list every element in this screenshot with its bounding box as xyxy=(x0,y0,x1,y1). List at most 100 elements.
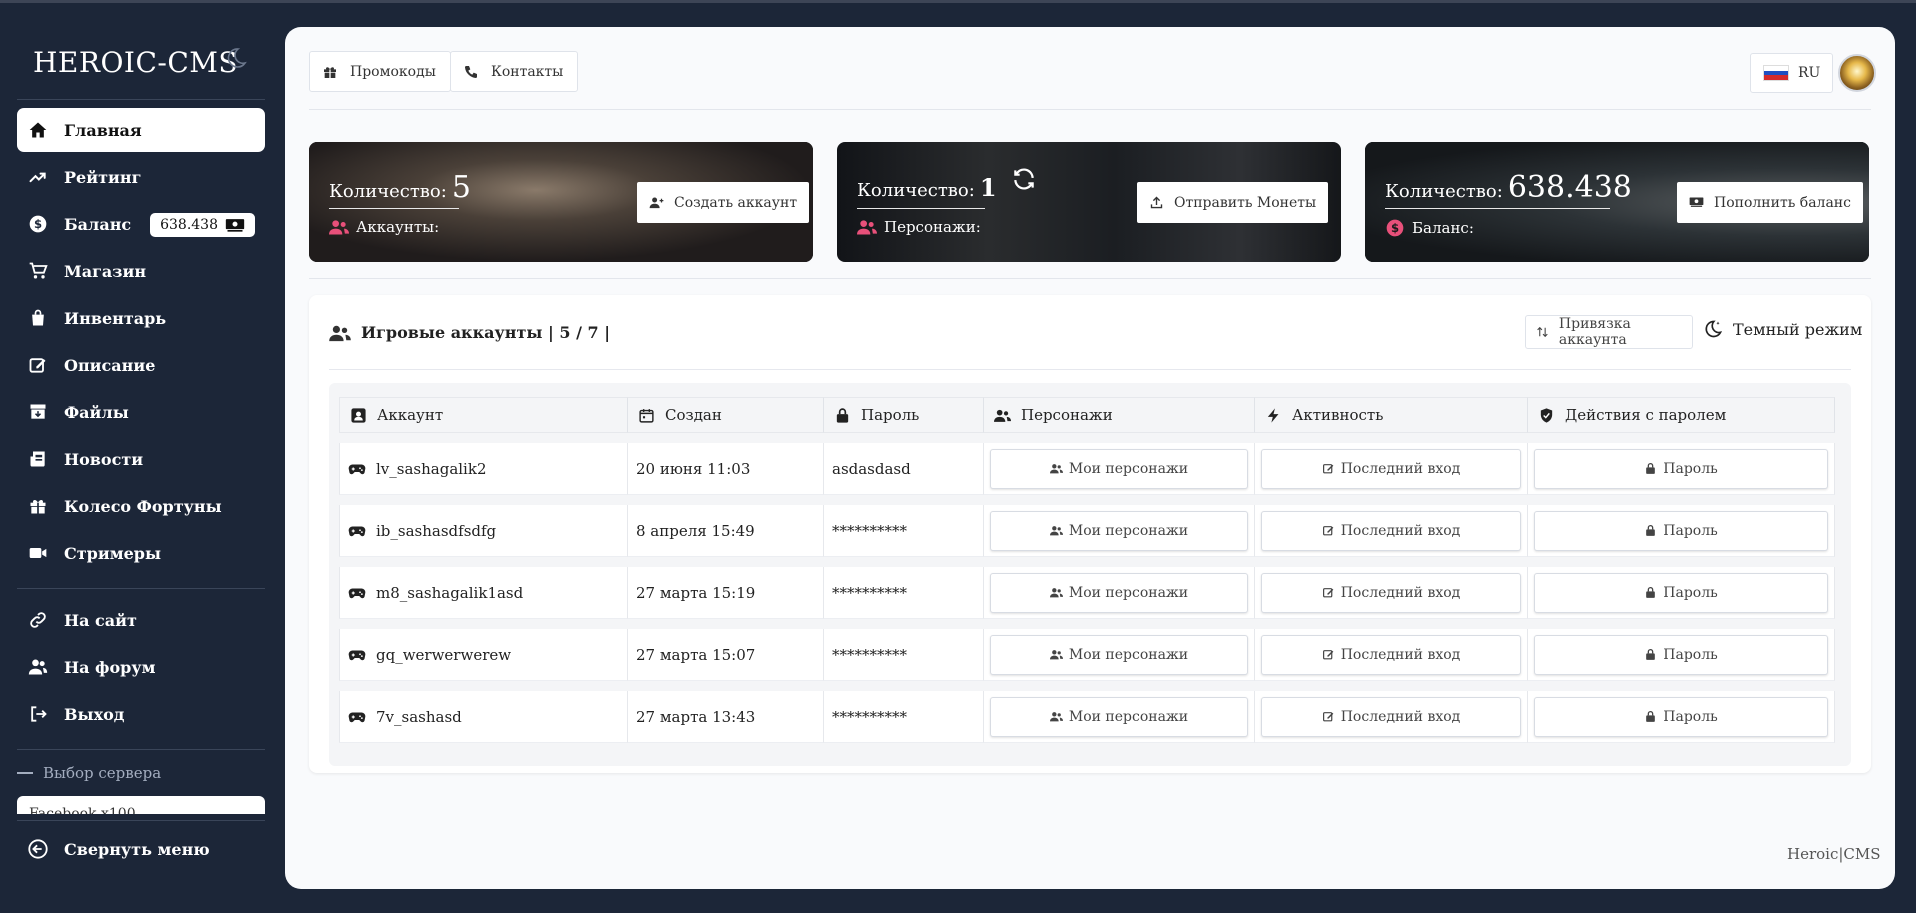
password-value: ********** xyxy=(832,645,907,664)
accounts-quantity: Количество: 5 xyxy=(329,170,471,205)
last-login-button[interactable]: Последний вход xyxy=(1261,510,1521,551)
users-icon xyxy=(27,656,49,678)
create-account-button[interactable]: Создать аккаунт xyxy=(637,182,810,223)
sidebar-divider xyxy=(17,820,265,821)
refresh-icon[interactable] xyxy=(1011,166,1037,192)
password-button[interactable]: Пароль xyxy=(1534,448,1828,489)
collapse-menu-button[interactable]: Свернуть меню xyxy=(27,838,210,860)
password-button-label: Пароль xyxy=(1663,522,1718,539)
account-cell: lv_sashagalik2 xyxy=(339,443,628,495)
brand-logo[interactable]: HEROIC-CMS xyxy=(33,46,238,79)
password-cell: asdasdasd xyxy=(824,443,984,495)
send-coins-button[interactable]: Отправить Монеты xyxy=(1137,182,1329,223)
my-characters-button[interactable]: Мои персонажи xyxy=(990,448,1248,489)
password-button[interactable]: Пароль xyxy=(1534,634,1828,675)
contacts-button[interactable]: Контакты xyxy=(450,51,579,92)
column-activity: Активность xyxy=(1255,397,1528,433)
users-icon xyxy=(1049,464,1063,474)
password-value: ********** xyxy=(832,521,907,540)
sidebar-item-inventory[interactable]: Инвентарь xyxy=(17,296,265,340)
users-icon xyxy=(1049,712,1063,722)
sidebar-item-shop[interactable]: Магазин xyxy=(17,249,265,293)
lock-icon xyxy=(1646,710,1656,722)
created-cell: 27 марта 15:19 xyxy=(628,567,824,619)
dollar-coin-icon: $ xyxy=(27,213,49,235)
created-cell: 27 марта 13:43 xyxy=(628,691,824,743)
archive-icon xyxy=(27,401,49,423)
accounts-sublabel: Аккаунты: xyxy=(329,218,439,236)
password-cell: ********** xyxy=(824,691,984,743)
language-selector[interactable]: RU xyxy=(1750,53,1833,93)
sidebar-item-home[interactable]: Главная xyxy=(17,108,265,152)
my-characters-label: Мои персонажи xyxy=(1068,460,1189,477)
column-characters: Персонажи xyxy=(984,397,1255,433)
password-button-label: Пароль xyxy=(1663,460,1718,477)
last-login-label: Последний вход xyxy=(1340,522,1461,539)
top-up-balance-button[interactable]: Пополнить баланс xyxy=(1677,182,1863,223)
my-characters-label: Мои персонажи xyxy=(1068,522,1189,539)
calendar-icon xyxy=(639,408,654,423)
characters-quantity: Количество: 1 xyxy=(857,168,1037,202)
bind-account-button[interactable]: Привязка аккаунта xyxy=(1525,315,1693,349)
my-characters-button[interactable]: Мои персонажи xyxy=(990,696,1248,737)
characters-cell: Мои персонажи xyxy=(984,691,1255,743)
contacts-label: Контакты xyxy=(491,63,564,80)
sublabel-text: Баланс: xyxy=(1412,219,1474,237)
last-login-button[interactable]: Последний вход xyxy=(1261,696,1521,737)
stats-divider xyxy=(309,278,1871,279)
cart-icon xyxy=(27,260,49,282)
password-value: ********** xyxy=(832,583,907,602)
password-button[interactable]: Пароль xyxy=(1534,510,1828,551)
password-button[interactable]: Пароль xyxy=(1534,696,1828,737)
last-login-button[interactable]: Последний вход xyxy=(1261,634,1521,675)
last-login-button[interactable]: Последний вход xyxy=(1261,448,1521,489)
account-login: 7v_sashasd xyxy=(376,707,462,726)
accounts-stat-card: Количество: 5 Аккаунты: Создать аккаунт xyxy=(309,142,813,262)
created-cell: 8 апреля 15:49 xyxy=(628,505,824,557)
underline xyxy=(1385,208,1610,209)
moon-icon[interactable] xyxy=(224,46,250,72)
quantity-value: 638.438 xyxy=(1507,170,1632,205)
sidebar-item-balance[interactable]: $ Баланс 638.438 xyxy=(17,202,265,246)
lock-icon xyxy=(1646,648,1656,660)
logout-icon xyxy=(27,703,49,725)
account-login: m8_sashagalik1asd xyxy=(376,583,524,602)
password-button[interactable]: Пароль xyxy=(1534,572,1828,613)
my-characters-button[interactable]: Мои персонажи xyxy=(990,572,1248,613)
sidebar-item-label: Магазин xyxy=(64,261,147,281)
sidebar-item-label: Рейтинг xyxy=(64,167,142,187)
collapse-menu-label: Свернуть меню xyxy=(64,839,210,859)
sidebar-item-fortune-wheel[interactable]: Колесо Фортуны xyxy=(17,484,265,528)
password-button-label: Пароль xyxy=(1663,646,1718,663)
lock-icon xyxy=(1646,586,1656,598)
window-top-border xyxy=(0,0,1916,3)
my-characters-button[interactable]: Мои персонажи xyxy=(990,510,1248,551)
password-value: ********** xyxy=(832,707,907,726)
server-select[interactable]: Facebook x100 xyxy=(17,796,265,814)
sidebar-item-rating[interactable]: Рейтинг xyxy=(17,155,265,199)
sidebar-item-logout[interactable]: Выход xyxy=(17,692,265,736)
last-login-label: Последний вход xyxy=(1340,584,1461,601)
sidebar-item-description[interactable]: Описание xyxy=(17,343,265,387)
link-icon xyxy=(27,609,49,631)
promocodes-button[interactable]: Промокоды xyxy=(309,51,451,92)
upload-icon xyxy=(1150,196,1163,209)
avatar[interactable] xyxy=(1838,54,1876,92)
sidebar-item-files[interactable]: Файлы xyxy=(17,390,265,434)
my-characters-label: Мои персонажи xyxy=(1068,584,1189,601)
created-cell: 27 марта 15:07 xyxy=(628,629,824,681)
bind-account-label: Привязка аккаунта xyxy=(1558,316,1631,348)
sidebar-item-site[interactable]: На сайт xyxy=(17,598,265,642)
create-account-label: Создать аккаунт xyxy=(674,194,798,211)
characters-cell: Мои персонажи xyxy=(984,505,1255,557)
sidebar-item-news[interactable]: Новости xyxy=(17,437,265,481)
last-login-button[interactable]: Последний вход xyxy=(1261,572,1521,613)
account-cell: m8_sashagalik1asd xyxy=(339,567,628,619)
my-characters-button[interactable]: Мои персонажи xyxy=(990,634,1248,675)
sidebar-item-forum[interactable]: На форум xyxy=(17,645,265,689)
dark-mode-toggle[interactable]: Темный режим xyxy=(1703,319,1862,339)
gift-icon xyxy=(324,66,336,78)
sidebar-item-streamers[interactable]: Стримеры xyxy=(17,531,265,575)
phone-icon xyxy=(465,65,477,78)
sidebar-item-label: Выход xyxy=(64,704,125,724)
